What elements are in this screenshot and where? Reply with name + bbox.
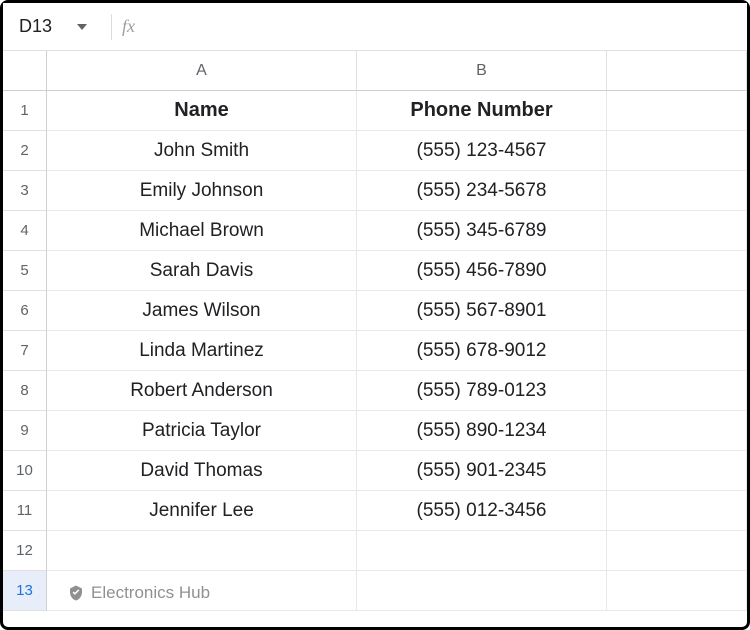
row-header-13[interactable]: 13 (3, 571, 47, 611)
cell-a7[interactable]: Linda Martinez (47, 331, 357, 371)
cell-b2[interactable]: (555) 123-4567 (357, 131, 607, 171)
formula-input[interactable] (145, 3, 739, 50)
cell-a2[interactable]: John Smith (47, 131, 357, 171)
row-header-10[interactable]: 10 (3, 451, 47, 491)
column-header-c[interactable] (607, 51, 747, 91)
row-header-2[interactable]: 2 (3, 131, 47, 171)
cell-c3[interactable] (607, 171, 747, 211)
cell-b8[interactable]: (555) 789-0123 (357, 371, 607, 411)
cell-c2[interactable] (607, 131, 747, 171)
cell-b1[interactable]: Phone Number (357, 91, 607, 131)
cell-a10[interactable]: David Thomas (47, 451, 357, 491)
cell-b5[interactable]: (555) 456-7890 (357, 251, 607, 291)
cell-a13[interactable] (47, 571, 357, 611)
cell-c7[interactable] (607, 331, 747, 371)
cell-c11[interactable] (607, 491, 747, 531)
row-header-1[interactable]: 1 (3, 91, 47, 131)
cell-a9[interactable]: Patricia Taylor (47, 411, 357, 451)
cell-b10[interactable]: (555) 901-2345 (357, 451, 607, 491)
spreadsheet-grid[interactable]: A B 1 Name Phone Number 2 John Smith (55… (3, 51, 747, 611)
cell-b6[interactable]: (555) 567-8901 (357, 291, 607, 331)
cell-b4[interactable]: (555) 345-6789 (357, 211, 607, 251)
cell-a12[interactable] (47, 531, 357, 571)
cell-b11[interactable]: (555) 012-3456 (357, 491, 607, 531)
row-header-3[interactable]: 3 (3, 171, 47, 211)
cell-a8[interactable]: Robert Anderson (47, 371, 357, 411)
cell-c6[interactable] (607, 291, 747, 331)
row-header-12[interactable]: 12 (3, 531, 47, 571)
row-header-9[interactable]: 9 (3, 411, 47, 451)
select-all-corner[interactable] (3, 51, 47, 91)
formula-bar: D13 fx (3, 3, 747, 51)
cell-reference-text: D13 (19, 16, 52, 37)
cell-a4[interactable]: Michael Brown (47, 211, 357, 251)
cell-a1[interactable]: Name (47, 91, 357, 131)
name-box[interactable]: D13 (11, 12, 101, 41)
cell-a6[interactable]: James Wilson (47, 291, 357, 331)
cell-c10[interactable] (607, 451, 747, 491)
row-header-11[interactable]: 11 (3, 491, 47, 531)
cell-c8[interactable] (607, 371, 747, 411)
cell-b9[interactable]: (555) 890-1234 (357, 411, 607, 451)
cell-b3[interactable]: (555) 234-5678 (357, 171, 607, 211)
cell-a5[interactable]: Sarah Davis (47, 251, 357, 291)
cell-b12[interactable] (357, 531, 607, 571)
cell-c12[interactable] (607, 531, 747, 571)
cell-b13[interactable] (357, 571, 607, 611)
cell-c4[interactable] (607, 211, 747, 251)
chevron-down-icon[interactable] (77, 24, 87, 30)
cell-b7[interactable]: (555) 678-9012 (357, 331, 607, 371)
row-header-5[interactable]: 5 (3, 251, 47, 291)
row-header-8[interactable]: 8 (3, 371, 47, 411)
cell-c13[interactable] (607, 571, 747, 611)
cell-c9[interactable] (607, 411, 747, 451)
fx-icon[interactable]: fx (122, 16, 135, 37)
column-header-b[interactable]: B (357, 51, 607, 91)
cell-a3[interactable]: Emily Johnson (47, 171, 357, 211)
row-header-4[interactable]: 4 (3, 211, 47, 251)
cell-a11[interactable]: Jennifer Lee (47, 491, 357, 531)
row-header-6[interactable]: 6 (3, 291, 47, 331)
row-header-7[interactable]: 7 (3, 331, 47, 371)
cell-c1[interactable] (607, 91, 747, 131)
column-header-a[interactable]: A (47, 51, 357, 91)
cell-c5[interactable] (607, 251, 747, 291)
separator (111, 14, 112, 40)
